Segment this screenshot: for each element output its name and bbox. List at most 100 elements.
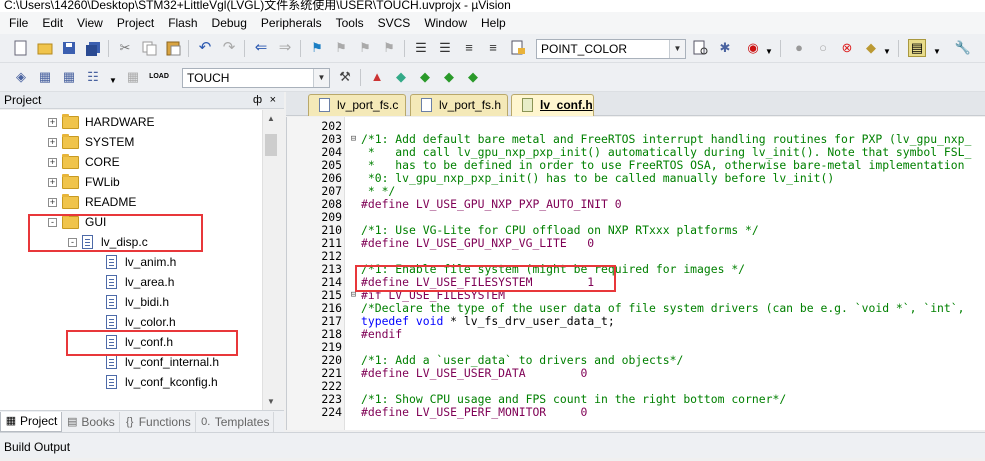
tree-item-lv-area-h[interactable]: lv_area.h	[106, 272, 174, 292]
tree-item-fwlib[interactable]: + FWLib	[48, 172, 120, 192]
tab-label: lv_port_fs.h	[439, 98, 502, 112]
tree-item-lv-conf-kconfig-h[interactable]: lv_conf_kconfig.h	[106, 372, 218, 392]
find-icon[interactable]: ✱	[716, 39, 734, 57]
breakpoints-disable-all-icon[interactable]: ⊗	[838, 39, 856, 57]
run-time-env-icon[interactable]: ◆	[440, 68, 458, 86]
chevron-down-icon[interactable]: ▼	[669, 40, 685, 58]
breakpoint-disable-icon[interactable]: ○	[814, 39, 832, 57]
menu-window[interactable]: Window	[417, 12, 474, 34]
tab-functions[interactable]: {} Functions	[120, 411, 196, 432]
tree-item-lv-anim-h[interactable]: lv_anim.h	[106, 252, 176, 272]
stop-build-icon[interactable]: ▦	[124, 68, 142, 86]
menu-flash[interactable]: Flash	[161, 12, 204, 34]
bookmark-prev-icon[interactable]: ⚑	[332, 39, 350, 57]
copy-icon[interactable]	[140, 39, 158, 57]
paste-icon[interactable]	[164, 39, 182, 57]
tab-books[interactable]: ▤ Books	[62, 411, 120, 432]
chevron-down-icon[interactable]: ▼	[104, 72, 122, 90]
menu-edit[interactable]: Edit	[35, 12, 70, 34]
open-folder-icon[interactable]	[36, 39, 54, 57]
code-line[interactable]: 211 #define LV_USE_GPU_NXP_VG_LITE 0	[287, 237, 985, 250]
find-in-files-icon[interactable]	[510, 39, 528, 57]
tab-lv-conf-h[interactable]: lv_conf.h	[511, 94, 594, 116]
code-text: #define LV_USE_PERF_MONITOR 0	[361, 405, 588, 419]
batch-build-icon[interactable]: ☷	[84, 68, 102, 86]
configure-icon[interactable]: 🔧	[954, 39, 972, 57]
save-icon[interactable]	[60, 39, 78, 57]
compile-icon[interactable]: ◈	[12, 68, 30, 86]
tree-item-readme[interactable]: + README	[48, 192, 136, 212]
tree-item-lv-bidi-h[interactable]: lv_bidi.h	[106, 292, 169, 312]
pin-icon[interactable]: ф	[253, 92, 262, 109]
bookmark-next-icon[interactable]: ⚑	[356, 39, 374, 57]
scroll-down-icon[interactable]: ▼	[263, 393, 279, 410]
tree-item-system[interactable]: + SYSTEM	[48, 132, 134, 152]
tree-scrollbar[interactable]: ▲ ▼	[262, 110, 279, 410]
expand-icon[interactable]: +	[48, 157, 57, 167]
unindent-icon[interactable]: ☰	[436, 39, 454, 57]
expand-icon[interactable]: +	[48, 137, 57, 147]
window-title: C:\Users\14260\Desktop\STM32+LittleVgl(L…	[4, 0, 511, 12]
menu-peripherals[interactable]: Peripherals	[254, 12, 329, 34]
code-line[interactable]: 221 #define LV_USE_USER_DATA 0	[287, 367, 985, 380]
tree-item-hardware[interactable]: + HARDWARE	[48, 112, 155, 132]
project-bottom-tabs: ▦ Project ▤ Books {} Functions 0. Templates	[0, 410, 284, 432]
scroll-thumb[interactable]	[265, 134, 277, 156]
menu-view[interactable]: View	[70, 12, 110, 34]
code-text: #define LV_USE_USER_DATA 0	[361, 366, 588, 380]
breakpoint-icon[interactable]: ●	[790, 39, 808, 57]
nav-back-icon[interactable]: ⇐	[252, 39, 270, 57]
close-icon[interactable]: ×	[270, 92, 276, 109]
window-layout-icon[interactable]: ▤	[908, 39, 926, 57]
menu-project[interactable]: Project	[110, 12, 161, 34]
tab-project[interactable]: ▦ Project	[0, 411, 63, 432]
expand-icon[interactable]: +	[48, 197, 57, 207]
save-all-icon[interactable]	[84, 39, 102, 57]
incremental-find-icon[interactable]	[692, 39, 710, 57]
indent-icon[interactable]: ☰	[412, 39, 430, 57]
nav-forward-icon[interactable]: ⇒	[276, 39, 294, 57]
tab-templates[interactable]: 0. Templates	[196, 411, 275, 432]
menu-file[interactable]: File	[2, 12, 35, 34]
new-file-icon[interactable]	[12, 39, 30, 57]
file-icon	[106, 375, 117, 389]
pack-installer-icon[interactable]: ◆	[416, 68, 434, 86]
manage-components-icon[interactable]: ▲	[368, 68, 386, 86]
tab-lv-port-fs-h[interactable]: lv_port_fs.h	[410, 94, 508, 116]
bookmark-icon[interactable]: ⚑	[308, 39, 326, 57]
uncomment-icon[interactable]: ≡	[484, 39, 502, 57]
expand-icon[interactable]: +	[48, 177, 57, 187]
code-line[interactable]: 208 #define LV_USE_GPU_NXP_PXP_AUTO_INIT …	[287, 198, 985, 211]
redo-icon[interactable]: ↷	[220, 39, 238, 57]
tab-lv-port-fs-c[interactable]: lv_port_fs.c	[308, 94, 406, 116]
undo-icon[interactable]: ↶	[196, 39, 214, 57]
menu-svcs[interactable]: SVCS	[371, 12, 418, 34]
chevron-down-icon[interactable]: ▼	[313, 69, 329, 87]
find-combo[interactable]: POINT_COLOR ▼	[536, 39, 686, 59]
manage-rte-icon[interactable]: ◆	[464, 68, 482, 86]
file-icon	[421, 98, 432, 112]
expand-icon[interactable]: +	[48, 117, 57, 127]
bookmark-clear-icon[interactable]: ⚑	[380, 39, 398, 57]
menu-help[interactable]: Help	[474, 12, 513, 34]
code-line[interactable]: 218 #endif	[287, 328, 985, 341]
file-icon	[106, 295, 117, 309]
download-icon[interactable]: LOAD	[149, 68, 169, 86]
menu-tools[interactable]: Tools	[329, 12, 371, 34]
code-line[interactable]: 224 #define LV_USE_PERF_MONITOR 0	[287, 406, 985, 419]
tree-item-core[interactable]: + CORE	[48, 152, 120, 172]
chevron-down-icon[interactable]: ▼	[878, 43, 896, 61]
chevron-down-icon[interactable]: ▼	[928, 43, 946, 61]
comment-icon[interactable]: ≡	[460, 39, 478, 57]
chevron-down-icon[interactable]: ▼	[760, 43, 778, 61]
target-combo[interactable]: TOUCH ▼	[182, 68, 330, 88]
rebuild-icon[interactable]: ▦	[60, 68, 78, 86]
menu-debug[interactable]: Debug	[205, 12, 254, 34]
tree-item-lv-color-h[interactable]: lv_color.h	[106, 312, 176, 332]
scroll-up-icon[interactable]: ▲	[263, 110, 279, 127]
fold-toggle-icon[interactable]: ⊟	[349, 133, 358, 146]
target-options-icon[interactable]: ⚒	[336, 68, 354, 86]
select-packs-icon[interactable]: ◆	[392, 68, 410, 86]
cut-icon[interactable]: ✂	[116, 39, 134, 57]
build-icon[interactable]: ▦	[36, 68, 54, 86]
